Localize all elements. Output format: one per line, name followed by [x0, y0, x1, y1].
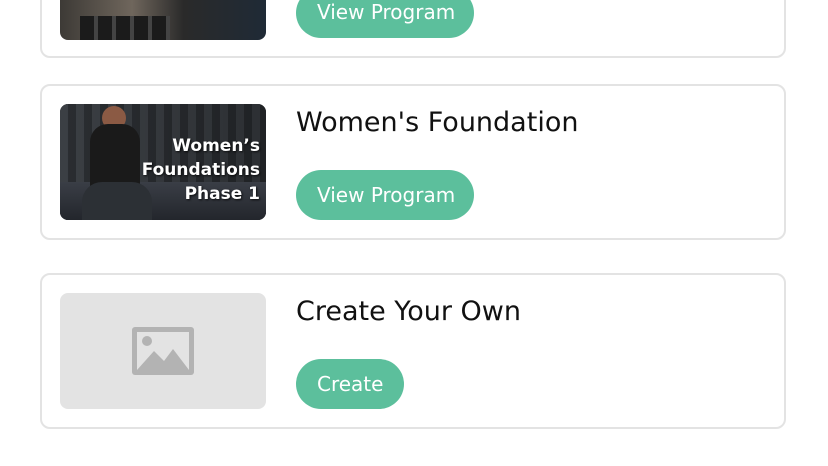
thumbnail-caption-line: Women’s [172, 136, 260, 156]
program-thumbnail-placeholder [60, 293, 266, 409]
thumbnail-caption-line: Foundations [141, 160, 260, 180]
create-button[interactable]: Create [296, 359, 404, 409]
program-card-create-your-own[interactable]: Create Your Own Create [40, 273, 786, 429]
image-placeholder-icon [132, 327, 194, 375]
program-thumbnail[interactable]: Women’s Foundations Phase 1 [60, 104, 266, 220]
program-thumbnail[interactable] [60, 0, 266, 40]
program-card[interactable]: View Program [40, 0, 786, 58]
program-title: Women's Foundation [296, 107, 579, 138]
thumbnail-caption-line: Phase 1 [184, 184, 260, 204]
view-program-button[interactable]: View Program [296, 170, 474, 220]
thumbnail-caption: Women’s Foundations Phase 1 [142, 134, 260, 206]
view-program-button[interactable]: View Program [296, 0, 474, 38]
dumbbell-rack-image [80, 16, 170, 40]
program-title: Create Your Own [296, 296, 521, 327]
program-card-womens-foundation[interactable]: Women’s Foundations Phase 1 Women's Foun… [40, 84, 786, 240]
